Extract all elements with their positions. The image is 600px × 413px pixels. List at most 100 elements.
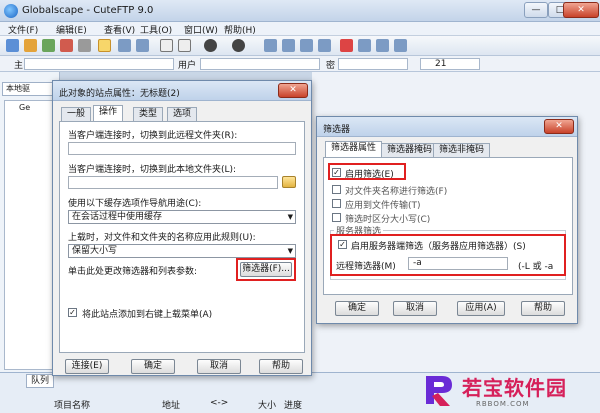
tab-filter-properties[interactable]: 筛选器属性 bbox=[325, 141, 383, 157]
queue-col-address[interactable]: 地址 bbox=[162, 398, 180, 411]
filter-dialog-title: 筛选器 bbox=[323, 125, 351, 135]
cache-select-value: 在会话过程中使用缓存 bbox=[72, 212, 163, 222]
rightclick-label: 将此站点添加到右键上载菜单(A) bbox=[82, 310, 213, 320]
folder-icon[interactable] bbox=[318, 39, 331, 52]
cancel-button[interactable]: 取消 bbox=[197, 359, 241, 374]
watermark-site: RBBOM.COM bbox=[476, 400, 530, 408]
filter-dialog-title-bar: 筛选器 ✕ bbox=[317, 117, 577, 137]
menu-file[interactable]: 文件(F) bbox=[8, 23, 38, 36]
queue-tab[interactable]: 队列 bbox=[26, 374, 55, 388]
view-icon[interactable] bbox=[394, 39, 407, 52]
queue-col-size[interactable]: 大小 bbox=[258, 398, 276, 411]
site-dialog-close-button[interactable]: ✕ bbox=[278, 83, 308, 98]
host-input[interactable] bbox=[24, 58, 174, 70]
menu-bar: 文件(F) 编辑(E) 查看(V) 工具(O) 窗口(W) 帮助(H) bbox=[0, 22, 600, 36]
tool-icon[interactable] bbox=[136, 39, 149, 52]
host-label: 主 bbox=[14, 61, 24, 71]
transfer-filter-checkbox[interactable] bbox=[332, 199, 341, 208]
folder-icon[interactable] bbox=[300, 39, 313, 52]
filter-dialog-close-button[interactable]: ✕ bbox=[544, 119, 574, 134]
folder-icon[interactable] bbox=[264, 39, 277, 52]
password-label: 密 bbox=[326, 61, 336, 71]
site-dialog-title-bar: 此对象的站点属性：无标题(2) ✕ bbox=[53, 81, 311, 101]
toolbar bbox=[0, 36, 600, 56]
tab-filter-mask[interactable]: 筛选器掩码 bbox=[381, 143, 439, 157]
menu-view[interactable]: 查看(V) bbox=[104, 23, 135, 36]
local-drives-tab[interactable]: 本地驱 bbox=[2, 82, 56, 96]
stop-icon[interactable] bbox=[78, 39, 91, 52]
delete-icon[interactable] bbox=[340, 39, 353, 52]
folder-filter-checkbox[interactable] bbox=[332, 185, 341, 194]
user-input[interactable] bbox=[200, 58, 320, 70]
tab-actions[interactable]: 操作 bbox=[93, 105, 124, 121]
tab-filter-exclusion[interactable]: 筛选非掩码 bbox=[433, 143, 491, 157]
quick-connect-icon[interactable] bbox=[42, 39, 55, 52]
minimize-button[interactable]: — bbox=[524, 2, 548, 18]
disconnect-icon[interactable] bbox=[60, 39, 73, 52]
user-label: 用户 bbox=[178, 61, 197, 71]
queue-col-direction[interactable]: <-> bbox=[210, 398, 228, 408]
site-dialog-title: 此对象的站点属性：无标题(2) bbox=[59, 89, 180, 99]
upload-icon[interactable] bbox=[232, 39, 245, 52]
chevron-down-icon: ▼ bbox=[287, 213, 293, 221]
filter-help-button[interactable]: 帮助 bbox=[521, 301, 565, 316]
enable-filter-highlight bbox=[328, 163, 406, 180]
help-button[interactable]: 帮助 bbox=[259, 359, 303, 374]
local-folder-input[interactable] bbox=[68, 176, 278, 189]
watermark-logo-icon bbox=[426, 376, 452, 406]
filter-properties-panel: ✓ 启用筛选(E) 对文件夹名称进行筛选(F) 应用到文件传输(T) 筛选时区分… bbox=[323, 157, 573, 295]
connect-button[interactable]: 连接(E) bbox=[65, 359, 109, 374]
download-icon[interactable] bbox=[204, 39, 217, 52]
transfer-filter-label: 应用到文件传输(T) bbox=[345, 201, 421, 211]
tab-options[interactable]: 选项 bbox=[167, 107, 198, 121]
password-input[interactable] bbox=[338, 58, 408, 70]
filter-ok-button[interactable]: 确定 bbox=[335, 301, 379, 316]
close-button[interactable]: ✕ bbox=[563, 2, 599, 18]
menu-tools[interactable]: 工具(O) bbox=[140, 23, 172, 36]
queue-col-name[interactable]: 项目名称 bbox=[54, 398, 90, 411]
app-title: Globalscape - CuteFTP 9.0 bbox=[22, 5, 154, 16]
case-rule-select-value: 保留大小写 bbox=[72, 246, 118, 256]
address-bar: 主 用户 密 21 bbox=[0, 56, 600, 72]
connect-icon[interactable] bbox=[6, 39, 19, 52]
ok-button[interactable]: 确定 bbox=[131, 359, 175, 374]
filter-button-highlight bbox=[236, 258, 296, 281]
port-input[interactable]: 21 bbox=[420, 58, 480, 70]
server-filter-highlight bbox=[330, 234, 566, 276]
remote-folder-input[interactable] bbox=[68, 142, 296, 155]
folder-filter-label: 对文件夹名称进行筛选(F) bbox=[345, 187, 448, 197]
folder-icon[interactable] bbox=[282, 39, 295, 52]
tree-root-label[interactable]: Ge bbox=[19, 103, 30, 112]
site-properties-dialog: 此对象的站点属性：无标题(2) ✕ 一般 操作 类型 选项 当客户端连接时，切换… bbox=[52, 80, 312, 376]
app-logo-icon bbox=[4, 4, 18, 18]
view-icon[interactable] bbox=[376, 39, 389, 52]
menu-window[interactable]: 窗口(W) bbox=[184, 23, 218, 36]
menu-help[interactable]: 帮助(H) bbox=[224, 23, 256, 36]
page-icon[interactable] bbox=[178, 39, 191, 52]
menu-edit[interactable]: 编辑(E) bbox=[56, 23, 87, 36]
filter-cancel-button[interactable]: 取消 bbox=[393, 301, 437, 316]
filter-dialog: 筛选器 ✕ 筛选器属性 筛选器掩码 筛选非掩码 ✓ 启用筛选(E) 对文件夹名称… bbox=[316, 116, 578, 324]
app-title-bar: Globalscape - CuteFTP 9.0 — □ ✕ bbox=[0, 0, 600, 22]
wizard-icon[interactable] bbox=[24, 39, 37, 52]
page-icon[interactable] bbox=[160, 39, 173, 52]
chevron-down-icon: ▼ bbox=[287, 247, 293, 255]
remote-folder-label: 当客户端连接时，切换到此远程文件夹(R): bbox=[68, 131, 238, 141]
pointer-icon[interactable] bbox=[98, 39, 111, 52]
queue-col-progress[interactable]: 进度 bbox=[284, 398, 302, 411]
filter-apply-button[interactable]: 应用(A) bbox=[457, 301, 505, 316]
case-rule-label: 上载时，对文件和文件夹的名称应用此规则(U): bbox=[68, 233, 256, 243]
browse-folder-icon[interactable] bbox=[282, 176, 296, 188]
case-rule-select[interactable]: 保留大小写 ▼ bbox=[68, 244, 296, 258]
tab-type[interactable]: 类型 bbox=[133, 107, 164, 121]
local-folder-label: 当客户端连接时，切换到此本地文件夹(L): bbox=[68, 165, 237, 175]
cache-label: 使用以下缓存选项作导航用途(C): bbox=[68, 199, 202, 209]
tool-icon[interactable] bbox=[118, 39, 131, 52]
refresh-icon[interactable] bbox=[358, 39, 371, 52]
rightclick-checkbox[interactable]: ✓ bbox=[68, 308, 77, 317]
actions-panel: 当客户端连接时，切换到此远程文件夹(R): 当客户端连接时，切换到此本地文件夹(… bbox=[59, 121, 305, 353]
cache-select[interactable]: 在会话过程中使用缓存 ▼ bbox=[68, 210, 296, 224]
filter-label: 单击此处更改筛选器和列表参数: bbox=[68, 267, 198, 277]
case-sensitive-checkbox[interactable] bbox=[332, 213, 341, 222]
tab-general[interactable]: 一般 bbox=[61, 107, 92, 121]
